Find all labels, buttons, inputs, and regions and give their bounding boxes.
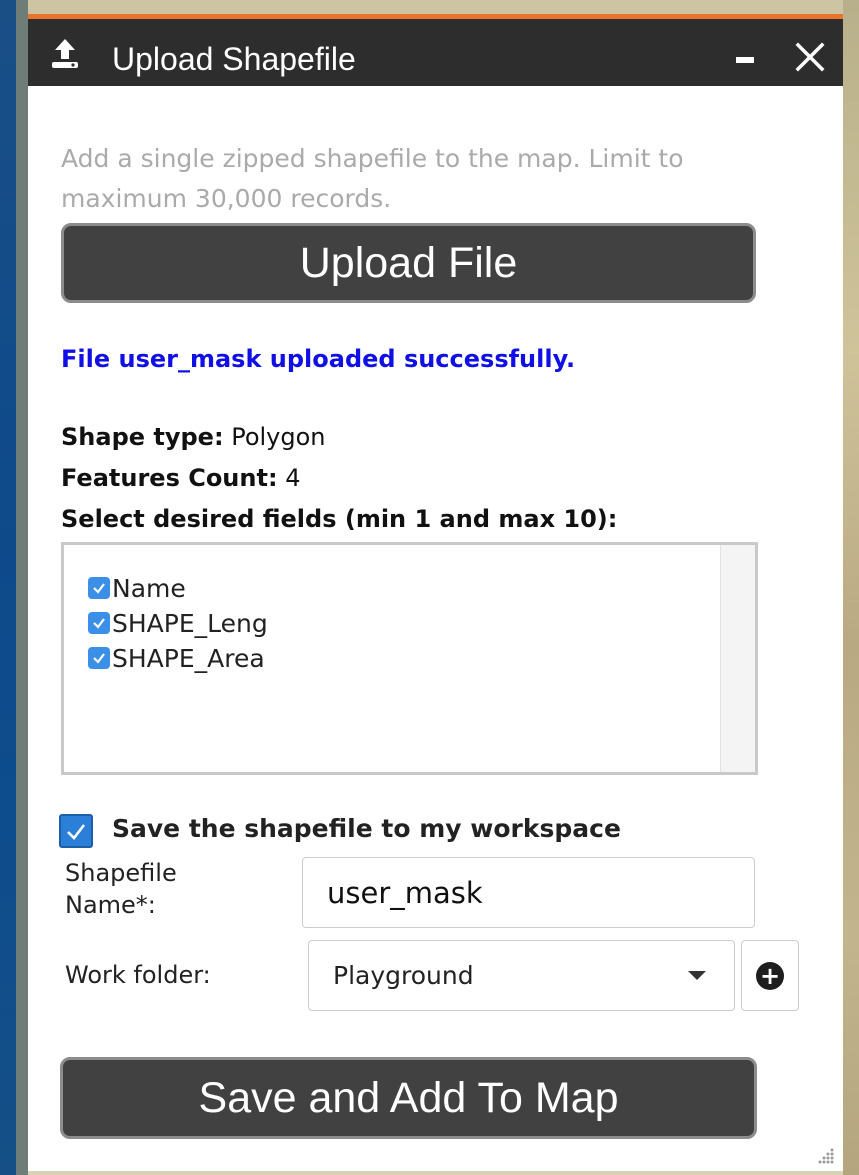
checkbox-checked-icon[interactable] xyxy=(88,612,110,634)
minimize-icon[interactable] xyxy=(736,57,754,63)
features-count-value: 4 xyxy=(285,464,301,492)
map-background-left xyxy=(0,0,28,1175)
features-count-label: Features Count: xyxy=(61,464,278,492)
features-count-row: Features Count: 4 xyxy=(61,464,300,492)
upload-file-button[interactable]: Upload File xyxy=(61,223,756,303)
work-folder-select[interactable]: Playground xyxy=(308,940,735,1011)
shape-type-label: Shape type: xyxy=(61,423,224,451)
work-folder-label: Work folder: xyxy=(65,961,211,989)
check-icon xyxy=(67,824,86,840)
field-item-name[interactable]: Name xyxy=(88,571,186,605)
upload-description: Add a single zipped shapefile to the map… xyxy=(61,144,684,213)
checkbox-checked-icon[interactable] xyxy=(88,577,110,599)
shape-type-row: Shape type: Polygon xyxy=(61,423,326,451)
save-to-workspace-label: Save the shapefile to my workspace xyxy=(112,814,621,843)
shape-type-value: Polygon xyxy=(231,423,326,451)
save-and-add-to-map-button[interactable]: Save and Add To Map xyxy=(60,1057,757,1139)
field-item-shape-leng[interactable]: SHAPE_Leng xyxy=(88,606,268,640)
dialog-titlebar: Upload Shapefile xyxy=(28,19,843,86)
checkbox-checked-icon[interactable] xyxy=(88,647,110,669)
fields-scrollbar[interactable] xyxy=(720,545,755,772)
add-folder-button[interactable]: + xyxy=(741,940,799,1011)
shapefile-name-input[interactable]: user_mask xyxy=(302,857,755,928)
field-item-shape-area[interactable]: SHAPE_Area xyxy=(88,641,265,675)
dialog-title: Upload Shapefile xyxy=(112,41,356,77)
map-background-right xyxy=(843,0,859,1175)
close-icon[interactable] xyxy=(792,39,828,75)
field-label: SHAPE_Leng xyxy=(112,608,268,638)
upload-status-message: File user_mask uploaded successfully. xyxy=(61,345,576,373)
field-label: Name xyxy=(112,573,186,603)
fields-list[interactable]: Name SHAPE_Leng SHAPE_Area xyxy=(61,542,758,775)
plus-circle-icon: + xyxy=(756,961,784,990)
resize-grip-icon[interactable] xyxy=(817,1147,835,1165)
shapefile-name-label: Shapefile Name*: xyxy=(65,859,177,919)
select-fields-heading: Select desired fields (min 1 and max 10)… xyxy=(61,505,618,533)
field-label: SHAPE_Area xyxy=(112,643,265,673)
upload-shapefile-dialog: Upload Shapefile Add a single zipped sha… xyxy=(28,14,843,1171)
upload-icon xyxy=(52,39,78,68)
chevron-down-icon[interactable] xyxy=(688,971,706,980)
save-to-workspace-checkbox[interactable] xyxy=(59,814,93,848)
